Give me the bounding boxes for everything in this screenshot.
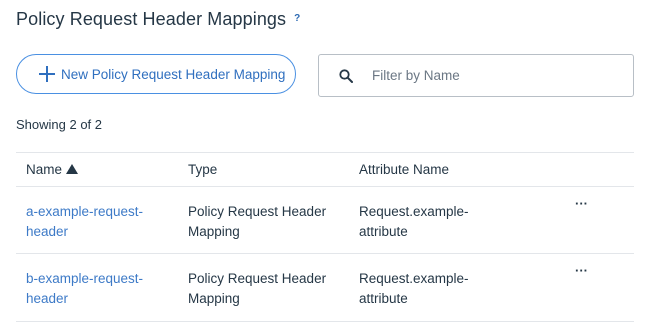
filter-box[interactable]: [318, 54, 634, 97]
new-mapping-button-label: New Policy Request Header Mapping: [61, 66, 286, 82]
name-cell[interactable]: b-example-request-header: [16, 269, 188, 321]
attribute-line: Request.example-: [359, 271, 469, 286]
name-line: header: [26, 291, 69, 306]
help-icon[interactable]: ?: [294, 13, 300, 24]
attribute-line: attribute: [359, 224, 408, 239]
column-header-name[interactable]: Name: [16, 160, 188, 180]
mapping-name-link[interactable]: b-example-request-header: [26, 271, 143, 306]
name-line: b-example-request-: [26, 271, 144, 286]
actions-cell: ···: [559, 196, 634, 253]
attribute-cell: Request.example-attribute: [359, 269, 559, 321]
page: Policy Request Header Mappings ? New Pol…: [0, 0, 650, 333]
type-line: Mapping: [188, 224, 240, 239]
type-line: Policy Request Header: [188, 204, 327, 219]
name-line: a-example-request-: [26, 204, 144, 219]
attribute-line: Request.example-: [359, 204, 469, 219]
new-mapping-button[interactable]: New Policy Request Header Mapping: [16, 54, 296, 94]
table-row: a-example-request-header Policy Request …: [16, 187, 634, 254]
column-header-attribute: Attribute Name: [359, 161, 450, 177]
table-header-row: Name Type Attribute Name: [16, 153, 634, 187]
more-actions-icon[interactable]: ···: [575, 261, 588, 281]
type-cell: Policy Request Header Mapping: [188, 269, 359, 321]
name-line: header: [26, 224, 69, 239]
page-title: Policy Request Header Mappings: [16, 9, 287, 29]
type-line: Mapping: [188, 291, 240, 306]
type-line: Policy Request Header: [188, 271, 327, 286]
attribute-line: attribute: [359, 291, 408, 306]
mapping-name-link[interactable]: a-example-request-header: [26, 204, 143, 239]
mappings-table: Name Type Attribute Name a-example-reque…: [16, 152, 634, 322]
table-row: b-example-request-header Policy Request …: [16, 254, 634, 322]
plus-icon: [39, 66, 55, 82]
sort-ascending-icon: [66, 163, 79, 174]
column-header-name-label: Name: [26, 161, 63, 177]
column-header-type: Type: [188, 161, 218, 177]
filter-input[interactable]: [370, 67, 614, 84]
name-cell[interactable]: a-example-request-header: [16, 202, 188, 253]
type-cell: Policy Request Header Mapping: [188, 202, 359, 253]
results-count: Showing 2 of 2: [16, 117, 103, 132]
search-icon: [339, 68, 353, 83]
actions-cell: ···: [559, 263, 634, 321]
page-header: Policy Request Header Mappings ?: [16, 9, 300, 30]
more-actions-icon[interactable]: ···: [575, 194, 588, 214]
attribute-cell: Request.example-attribute: [359, 202, 559, 253]
